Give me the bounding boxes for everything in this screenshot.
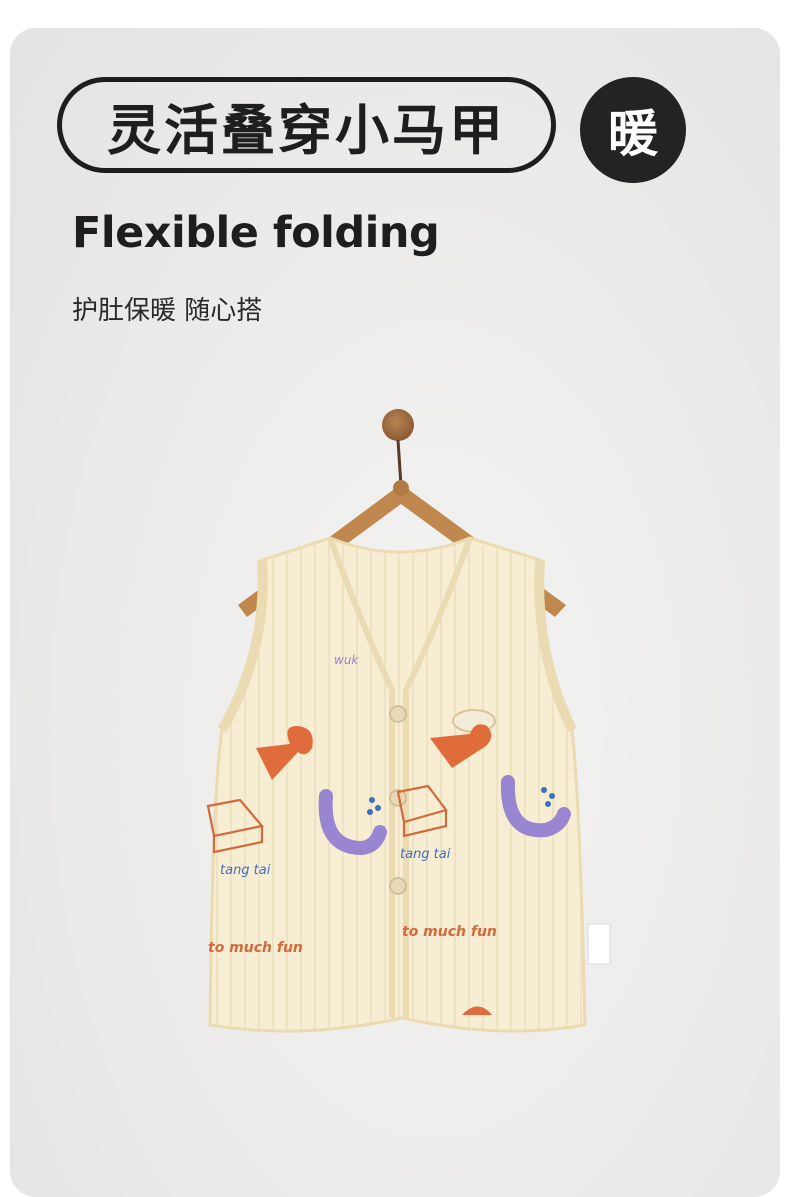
wall-knob [382,409,414,441]
hanger-cord [396,439,403,487]
print-text-tangtai: tang tai [400,847,451,862]
care-tag [587,923,611,965]
vest-button [389,877,407,895]
print-text-tangtai: tang tai [220,863,271,878]
print-text-fun: to much fun [402,924,497,940]
print-text-wuk: wuk [334,653,359,667]
product-photo: tang tai tang tai to much fun to much fu… [206,409,611,1033]
print-text-fun: to much fun [208,940,303,956]
vest-button [389,705,407,723]
vest: tang tai tang tai to much fun to much fu… [206,536,587,1033]
